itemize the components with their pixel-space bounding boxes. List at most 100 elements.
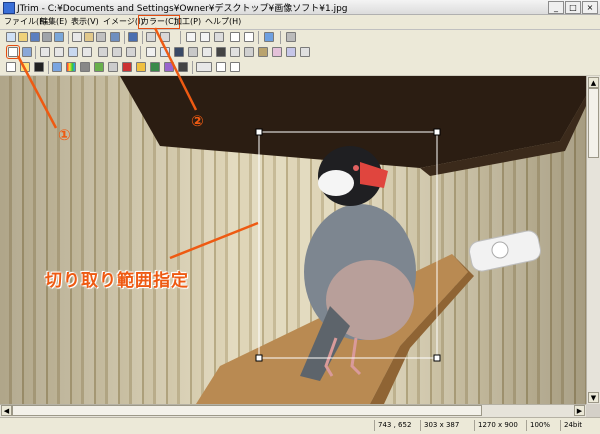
toolbar-separator <box>180 31 181 44</box>
status-selection-size: 303 x 387 <box>420 420 459 431</box>
maximize-button[interactable]: □ <box>565 1 581 14</box>
horizontal-scroll-thumb[interactable] <box>12 405 482 416</box>
sharpen-icon[interactable] <box>216 47 226 57</box>
crop-selection[interactable] <box>0 76 586 404</box>
selection-handle-tl[interactable] <box>255 128 263 136</box>
grid-icon[interactable] <box>230 32 240 42</box>
wave-icon[interactable] <box>150 62 160 72</box>
save-icon[interactable] <box>30 32 40 42</box>
copy-icon[interactable] <box>72 32 82 42</box>
emboss-icon[interactable] <box>244 47 254 57</box>
channel-icon[interactable] <box>122 62 132 72</box>
flip-vertical-icon[interactable] <box>54 47 64 57</box>
close-button[interactable]: × <box>582 1 598 14</box>
gamma-icon[interactable] <box>80 62 90 72</box>
special-effect-icon[interactable] <box>164 62 174 72</box>
selection-handle-bl[interactable] <box>255 354 263 362</box>
paste-icon[interactable] <box>84 32 94 42</box>
rgb-icon[interactable] <box>108 62 118 72</box>
scroll-up-arrow[interactable]: ▲ <box>588 77 599 88</box>
status-bar: 743 , 652 303 x 387 1270 x 900 100% 24bi… <box>0 417 600 434</box>
contrast-icon[interactable] <box>20 62 30 72</box>
rotate-free-icon[interactable] <box>126 47 136 57</box>
blur-icon[interactable] <box>202 47 212 57</box>
toolbar-row-2 <box>0 45 600 61</box>
disc-icon[interactable] <box>300 47 310 57</box>
rotate-right-icon[interactable] <box>112 47 122 57</box>
invert-icon[interactable] <box>82 47 92 57</box>
toolbar-row-3 <box>0 60 600 76</box>
menu-process[interactable]: 加工(P) <box>172 16 203 28</box>
image-canvas[interactable] <box>0 76 586 404</box>
mosaic-icon[interactable] <box>188 47 198 57</box>
vertical-scroll-thumb[interactable] <box>588 88 599 158</box>
trim-icon[interactable] <box>22 47 32 57</box>
filter-icon[interactable] <box>272 47 282 57</box>
menu-view[interactable]: 表示(V) <box>69 16 101 28</box>
clear-icon[interactable] <box>96 32 106 42</box>
toolbar-separator <box>192 61 193 74</box>
scroll-left-arrow[interactable]: ◀ <box>1 405 12 416</box>
toolbar-separator <box>48 61 49 74</box>
selection-rectangle[interactable] <box>258 131 438 359</box>
mirror-icon[interactable] <box>68 47 78 57</box>
text-icon[interactable] <box>200 32 210 42</box>
undo-icon[interactable] <box>110 32 120 42</box>
toolbar-separator <box>68 31 69 44</box>
layer-icon[interactable] <box>146 47 156 57</box>
toolbar-separator <box>142 31 143 44</box>
border-icon[interactable] <box>160 47 170 57</box>
menu-help[interactable]: ヘルプ(H) <box>203 16 243 28</box>
zoom-in-icon[interactable] <box>216 62 226 72</box>
app-icon <box>3 2 15 14</box>
window-title: JTrim - C:¥Documents and Settings¥Owner¥… <box>17 4 348 14</box>
zoom-select-icon[interactable] <box>196 62 212 72</box>
status-cursor-position: 743 , 652 <box>374 420 411 431</box>
title-bar[interactable]: JTrim - C:¥Documents and Settings¥Owner¥… <box>0 0 600 15</box>
zoom-out-icon[interactable] <box>230 62 240 72</box>
menu-bar: ファイル(F) 編集(E) 表示(V) イメージ(I) カラー(C) 加工(P)… <box>0 15 600 30</box>
color-balance-icon[interactable] <box>52 62 62 72</box>
crop-tool-icon[interactable] <box>6 45 20 59</box>
toolbar-separator <box>258 31 259 44</box>
print-icon[interactable] <box>42 32 52 42</box>
palette-icon[interactable] <box>34 62 44 72</box>
toolbar-separator <box>140 46 141 59</box>
annotation-marker-2: ② <box>191 112 204 130</box>
resize-icon[interactable] <box>186 32 196 42</box>
crop-view-icon[interactable] <box>244 32 254 42</box>
selection-handle-br[interactable] <box>433 354 441 362</box>
rotate-back-icon[interactable] <box>146 32 156 42</box>
horizontal-scrollbar[interactable]: ◀ ▶ <box>0 404 586 417</box>
minimize-button[interactable]: _ <box>548 1 564 14</box>
status-image-size: 1270 x 900 <box>474 420 518 431</box>
flip-horizontal-icon[interactable] <box>40 47 50 57</box>
brightness-icon[interactable] <box>6 62 16 72</box>
selection-handle-tr[interactable] <box>433 128 441 136</box>
scroll-right-arrow[interactable]: ▶ <box>574 405 585 416</box>
noise-icon[interactable] <box>230 47 240 57</box>
vertical-scrollbar[interactable]: ▲ ▼ <box>586 76 600 404</box>
rotate-icon[interactable] <box>214 32 224 42</box>
status-bit-depth: 24bit <box>560 420 582 431</box>
special-icon[interactable] <box>286 47 296 57</box>
toolbar-row-1 <box>0 30 600 46</box>
rotate-left-icon[interactable] <box>98 47 108 57</box>
new-file-icon[interactable] <box>6 32 16 42</box>
frame-icon[interactable] <box>286 32 296 42</box>
redo-icon[interactable] <box>128 32 138 42</box>
annotation-caption: 切り取り範囲指定 <box>45 271 189 291</box>
scroll-down-arrow[interactable]: ▼ <box>588 392 599 403</box>
scan-icon[interactable] <box>54 32 64 42</box>
open-folder-icon[interactable] <box>18 32 28 42</box>
annotation-marker-1: ① <box>58 126 71 144</box>
hue-icon[interactable] <box>94 62 104 72</box>
sepia-icon[interactable] <box>258 47 268 57</box>
dark-icon[interactable] <box>178 62 188 72</box>
shadow-icon[interactable] <box>174 47 184 57</box>
menu-edit[interactable]: 編集(E) <box>38 16 69 28</box>
eyedropper-icon[interactable] <box>264 32 274 42</box>
gradient-icon[interactable] <box>136 62 146 72</box>
grayscale-icon[interactable] <box>66 62 76 72</box>
rotate-fwd-icon[interactable] <box>160 32 170 42</box>
